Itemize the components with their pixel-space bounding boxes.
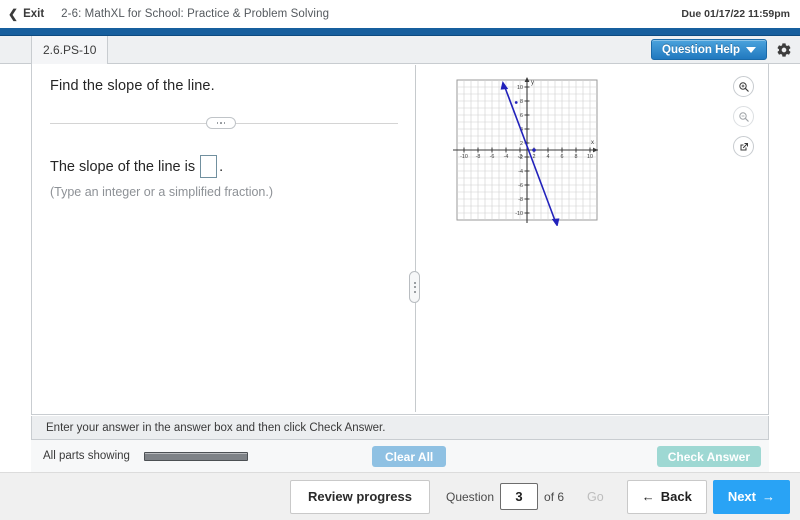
question-title: Find the slope of the line. [50,78,215,94]
question-label: Question [446,489,495,504]
graph-pane: -10-8-6 -4-2 246 810 1086 42 -2-4-6 -8-1… [416,64,770,413]
section-divider [50,116,398,130]
all-parts-label: All parts showing [43,450,130,462]
instruction-text: Enter your answer in the answer box and … [46,421,386,434]
graph-toolbar [733,76,754,157]
tab-strip: 2.6.PS-10 Question Help [0,36,800,64]
svg-text:6: 6 [561,154,564,160]
chevron-down-icon [746,46,756,53]
svg-text:-8: -8 [476,154,481,160]
svg-text:-2: -2 [518,155,523,161]
question-text-pane: Find the slope of the line. The slope of… [32,64,410,413]
svg-text:10: 10 [517,85,523,91]
next-label: Next [727,489,756,504]
svg-text:-8: -8 [518,197,523,203]
svg-text:y: y [531,80,534,86]
exit-label: Exit [23,8,45,20]
svg-text:2: 2 [533,154,536,160]
assignment-title: 2-6: MathXL for School: Practice & Probl… [61,8,330,20]
svg-text:-4: -4 [504,154,509,160]
back-label: Back [660,489,692,504]
expand-icon[interactable] [733,136,754,157]
bottom-nav: Review progress Question of 6 Go ← Back … [0,472,800,520]
answer-input[interactable] [200,155,218,178]
clear-all-button[interactable]: Clear All [372,446,447,467]
svg-text:-6: -6 [490,154,495,160]
svg-text:6: 6 [520,113,523,119]
svg-text:x: x [591,140,594,146]
svg-text:4: 4 [547,154,550,160]
question-number-input[interactable] [500,483,539,510]
question-help-button[interactable]: Question Help [651,39,767,60]
question-navigator: Question of 6 [446,483,564,510]
tab-question-2-6-ps-10[interactable]: 2.6.PS-10 [31,36,109,64]
check-answer-button[interactable]: Check Answer [656,446,761,467]
action-bar: All parts showing Clear All Check Answer [31,440,769,472]
zoom-in-icon[interactable] [733,76,754,97]
question-panel: Find the slope of the line. The slope of… [31,64,769,415]
coordinate-graph: -10-8-6 -4-2 246 810 1086 42 -2-4-6 -8-1… [453,77,598,226]
svg-text:10: 10 [587,154,593,160]
question-help-label: Question Help [662,43,740,56]
svg-text:-4: -4 [518,169,523,175]
instruction-bar: Enter your answer in the answer box and … [31,416,769,440]
answer-prompt: The slope of the line is . [50,155,394,178]
svg-text:2: 2 [520,141,523,147]
ellipsis-icon [206,117,236,129]
back-button[interactable]: ← Back [626,479,707,514]
go-button[interactable]: Go [572,479,619,514]
svg-text:-10: -10 [515,211,523,217]
tab-label: 2.6.PS-10 [43,43,97,57]
review-progress-button[interactable]: Review progress [289,479,430,514]
exit-button[interactable]: ❮ Exit [8,8,44,20]
svg-text:-6: -6 [518,183,523,189]
arrow-left-icon: ← [641,489,655,504]
svg-text:-10: -10 [460,154,468,160]
parts-progress-bar[interactable] [143,451,248,461]
svg-text:8: 8 [520,99,523,105]
header-accent-bar [0,28,800,36]
chevron-left-icon: ❮ [8,7,19,21]
answer-prompt-text: The slope of the line is [50,158,196,175]
question-total-label: of 6 [544,489,565,504]
due-date: Due 01/17/22 11:59pm [681,8,790,20]
answer-prompt-period: . [219,158,224,175]
next-button[interactable]: Next → [712,479,790,514]
tab-actions: Question Help [651,39,792,60]
top-bar: ❮ Exit 2-6: MathXL for School: Practice … [0,0,800,28]
zoom-out-icon[interactable] [733,106,754,127]
svg-text:8: 8 [575,154,578,160]
answer-format-hint: (Type an integer or a simplified fractio… [50,185,274,199]
arrow-right-icon: → [762,489,775,504]
gear-icon[interactable] [776,42,792,58]
